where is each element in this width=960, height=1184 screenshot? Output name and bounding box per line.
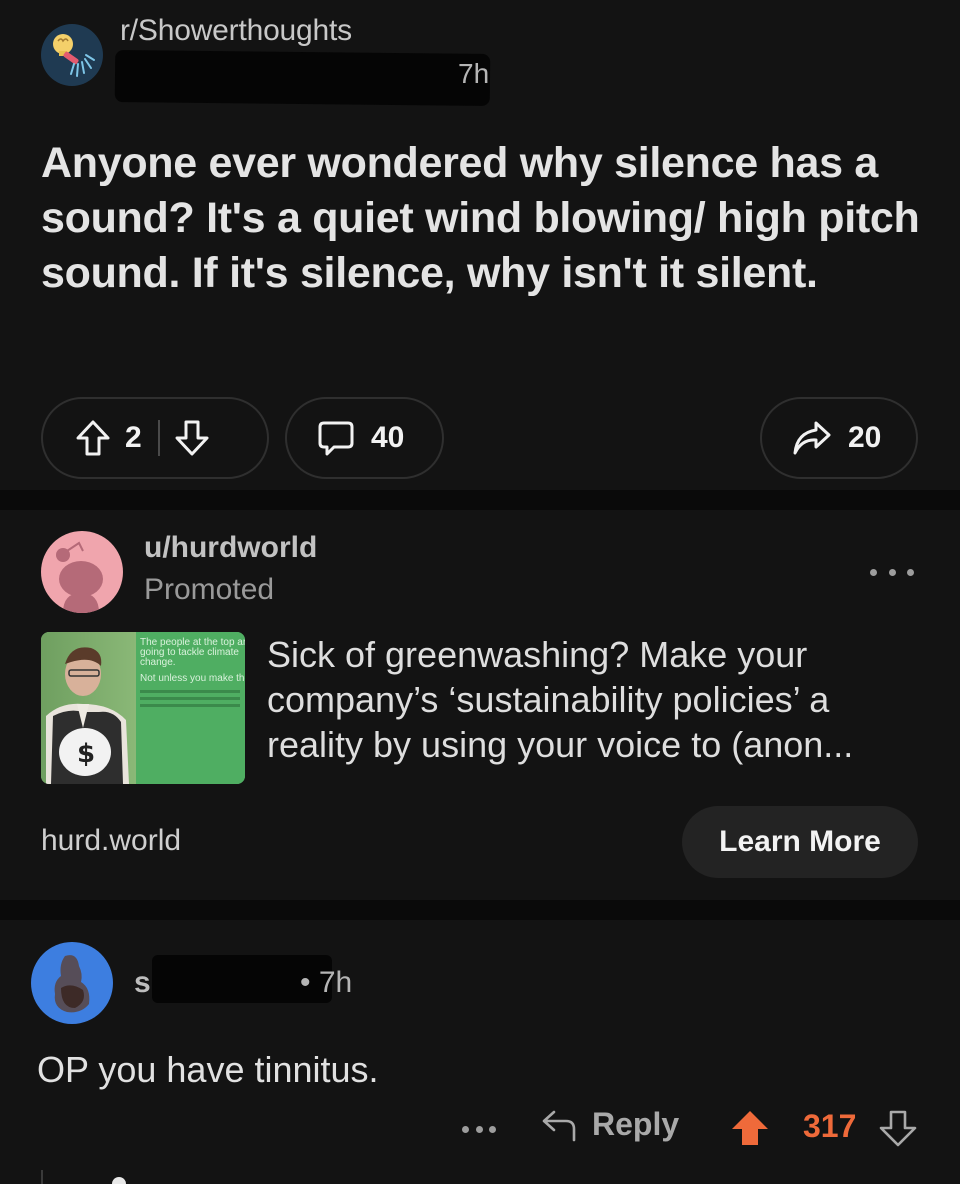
- dot: [888, 568, 896, 576]
- vote-control: 2: [41, 397, 269, 479]
- dot: [475, 1125, 483, 1133]
- section-divider: [0, 900, 960, 920]
- comment-count: 40: [371, 421, 405, 454]
- ad-thumbnail-fineprint: [140, 704, 240, 707]
- comment-score: 317: [803, 1108, 857, 1144]
- comment-body: OP you have tinnitus.: [37, 1049, 379, 1090]
- comment-actions: Reply 317: [0, 1104, 960, 1154]
- share-button[interactable]: 20: [760, 397, 918, 479]
- ad-domain-link[interactable]: hurd.world: [41, 824, 181, 858]
- ad-thumbnail[interactable]: $ The people at the top aren't going to …: [41, 632, 245, 784]
- post-card: r/Showerthoughts 7h Anyone ever wondered…: [0, 0, 960, 490]
- advertiser-username[interactable]: u/hurdworld: [144, 531, 317, 565]
- ad-body-text[interactable]: Sick of greenwashing? Make your company’…: [267, 632, 927, 767]
- upvote-button[interactable]: [75, 419, 111, 457]
- next-comment-avatar: [112, 1177, 126, 1184]
- comment-timestamp: • 7h: [300, 966, 353, 999]
- share-count: 20: [848, 421, 882, 454]
- reply-button[interactable]: Reply: [540, 1106, 679, 1143]
- ad-photo: $: [41, 632, 136, 784]
- comment-downvote-button[interactable]: [878, 1109, 918, 1152]
- comment-thread-line: [41, 1170, 43, 1184]
- ad-thumbnail-subline: Not unless you make them.: [140, 673, 245, 684]
- comment-bubble-icon: [318, 421, 354, 456]
- shower-lightbulb-icon: [53, 34, 95, 77]
- commenter-avatar-image: [54, 955, 90, 1013]
- post-title[interactable]: Anyone ever wondered why silence has a s…: [41, 136, 921, 301]
- share-arrow-icon: [793, 421, 831, 455]
- upvote-arrow-filled-icon: [732, 1111, 768, 1145]
- post-timestamp: 7h: [458, 58, 490, 89]
- learn-more-button[interactable]: Learn More: [682, 806, 918, 878]
- advertiser-avatar[interactable]: [41, 531, 123, 613]
- ad-thumbnail-headline: The people at the top aren't going to ta…: [140, 637, 245, 668]
- reply-arrow-icon: [542, 1110, 576, 1141]
- dot: [907, 568, 914, 576]
- snoo-default-avatar-icon: [56, 541, 103, 613]
- ad-more-options-button[interactable]: [870, 560, 914, 584]
- downvote-button[interactable]: [174, 419, 210, 457]
- businessman-with-money-bag-image: $: [46, 647, 129, 784]
- ad-thumbnail-fineprint: [140, 690, 240, 693]
- vote-separator: [157, 420, 160, 456]
- comment-upvote-button[interactable]: [730, 1109, 770, 1152]
- ad-thumbnail-fineprint: [140, 697, 240, 700]
- dot: [462, 1125, 469, 1133]
- dot: [870, 568, 877, 576]
- redacted-username: [114, 50, 491, 106]
- comment-more-options-button[interactable]: [462, 1124, 496, 1134]
- reply-label: Reply: [592, 1106, 680, 1142]
- downvote-arrow-icon: [879, 1110, 917, 1147]
- promoted-label: Promoted: [144, 573, 275, 606]
- vote-count: 2: [125, 421, 142, 454]
- ad-thumbnail-text-panel: The people at the top aren't going to ta…: [136, 632, 245, 784]
- subreddit-name[interactable]: r/Showerthoughts: [120, 14, 352, 48]
- commenter-avatar[interactable]: [31, 942, 113, 1024]
- subreddit-avatar[interactable]: [41, 24, 103, 86]
- downvote-arrow-icon: [175, 420, 209, 456]
- comments-button[interactable]: 40: [285, 397, 444, 479]
- dot: [489, 1125, 496, 1133]
- svg-text:$: $: [77, 739, 95, 769]
- section-divider: [0, 490, 960, 510]
- upvote-arrow-icon: [76, 420, 110, 456]
